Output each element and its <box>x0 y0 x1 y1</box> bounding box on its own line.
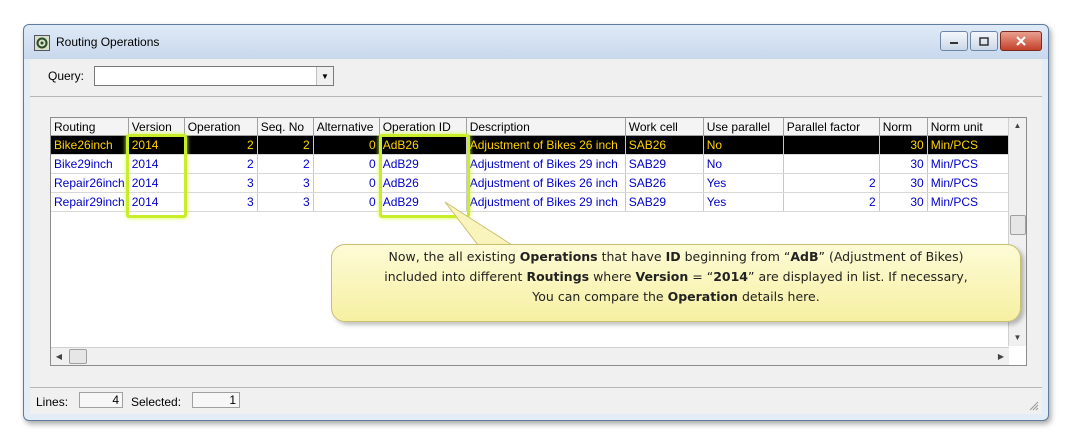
table-cell: 30 <box>879 154 928 174</box>
version-column-highlight <box>126 134 187 218</box>
column-header[interactable]: Norm <box>879 118 928 136</box>
scroll-up-icon[interactable]: ▲ <box>1009 118 1026 134</box>
table-cell: SAB26 <box>625 173 704 193</box>
horizontal-scroll-thumb[interactable] <box>69 349 87 364</box>
table-cell: Yes <box>703 192 784 212</box>
gear-icon <box>34 35 50 51</box>
lines-label: Lines: <box>36 395 69 409</box>
maximize-icon <box>979 36 989 46</box>
scroll-right-icon[interactable]: ▶ <box>993 348 1009 365</box>
callout-line-2: included into different Routings where V… <box>384 269 968 284</box>
column-header[interactable]: Routing <box>51 118 129 136</box>
table-cell: Min/PCS <box>927 154 1010 174</box>
table-row[interactable]: Repair29inch 2014 3 3 0 AdB29 Adjustment… <box>51 192 1010 212</box>
table-row[interactable]: Repair26inch 2014 3 3 0 AdB26 Adjustment… <box>51 173 1010 193</box>
table-cell: Yes <box>703 173 784 193</box>
column-header[interactable]: Work cell <box>625 118 704 136</box>
table-cell: 3 <box>257 173 314 193</box>
table-cell: 2 <box>783 192 880 212</box>
table-cell: Bike29inch <box>51 154 129 174</box>
table-cell: SAB26 <box>625 135 704 155</box>
table-cell: Bike26inch <box>51 135 129 155</box>
table-cell: SAB29 <box>625 154 704 174</box>
column-header[interactable]: Version <box>128 118 185 136</box>
lines-count: 4 <box>79 392 123 408</box>
header-row: Routing Version Operation Seq. No Altern… <box>51 118 1010 136</box>
column-header[interactable]: Seq. No <box>257 118 314 136</box>
operations-grid[interactable]: Routing Version Operation Seq. No Altern… <box>50 117 1027 366</box>
horizontal-scrollbar[interactable]: ◀ ▶ <box>51 347 1009 365</box>
table-cell: 0 <box>313 173 380 193</box>
client-area: Query: ▼ Routing Version Operation Seq. <box>30 59 1042 414</box>
maximize-button[interactable] <box>970 31 998 51</box>
callout-line-1: Now, the all existing Operations that ha… <box>388 249 964 264</box>
table-cell: 3 <box>257 192 314 212</box>
table-cell: 30 <box>879 135 928 155</box>
table-cell: 2 <box>257 154 314 174</box>
chevron-down-icon[interactable]: ▼ <box>316 67 333 85</box>
column-header[interactable]: Use parallel <box>703 118 784 136</box>
table-row[interactable]: Bike29inch 2014 2 2 0 AdB29 Adjustment o… <box>51 154 1010 174</box>
table-cell: 3 <box>184 192 258 212</box>
column-header[interactable]: Norm unit <box>927 118 1010 136</box>
scroll-left-icon[interactable]: ◀ <box>51 348 67 365</box>
status-bar: Lines: 4 Selected: 1 <box>30 387 1042 414</box>
resize-grip-icon[interactable] <box>1029 401 1039 411</box>
window-title: Routing Operations <box>56 35 160 49</box>
table-cell: No <box>703 135 784 155</box>
close-button[interactable] <box>1000 31 1042 51</box>
table-cell: 2 <box>184 135 258 155</box>
title-bar: Routing Operations <box>24 25 1048 59</box>
column-header[interactable]: Parallel factor <box>783 118 880 136</box>
minimize-button[interactable] <box>940 31 968 51</box>
table-cell: 0 <box>313 154 380 174</box>
tooltip-callout: Now, the all existing Operations that ha… <box>331 244 1021 322</box>
table-cell: 2 <box>257 135 314 155</box>
query-label: Query: <box>48 69 85 83</box>
table-cell: 0 <box>313 135 380 155</box>
table-cell: No <box>703 154 784 174</box>
table-cell: Repair26inch <box>51 173 129 193</box>
routing-operations-window: Routing Operations Query: ▼ Routing Vers… <box>23 24 1049 421</box>
table-cell: 30 <box>879 173 928 193</box>
table-cell: Min/PCS <box>927 192 1010 212</box>
table-cell: SAB29 <box>625 192 704 212</box>
column-header[interactable]: Description <box>466 118 626 136</box>
callout-line-3: You can compare the Operation details he… <box>532 289 820 304</box>
table-cell: 30 <box>879 192 928 212</box>
table-cell: Min/PCS <box>927 135 1010 155</box>
table-cell: Adjustment of Bikes 26 inch <box>466 135 626 155</box>
close-icon <box>1016 36 1026 46</box>
column-header[interactable]: Operation ID <box>379 118 467 136</box>
minimize-icon <box>950 42 958 44</box>
table-cell <box>783 135 880 155</box>
table-cell <box>783 154 880 174</box>
table-cell: Min/PCS <box>927 173 1010 193</box>
query-dropdown[interactable]: ▼ <box>94 66 334 86</box>
table-cell: 3 <box>184 173 258 193</box>
column-header[interactable]: Operation <box>184 118 258 136</box>
table-cell: 2 <box>783 173 880 193</box>
table-cell: Repair29inch <box>51 192 129 212</box>
selected-count: 1 <box>192 392 240 408</box>
selected-label: Selected: <box>131 395 182 409</box>
table-cell: Adjustment of Bikes 29 inch <box>466 154 626 174</box>
divider <box>30 96 1042 97</box>
table-cell: 0 <box>313 192 380 212</box>
table-cell: Adjustment of Bikes 26 inch <box>466 173 626 193</box>
operations-table: Routing Version Operation Seq. No Altern… <box>51 118 1010 212</box>
column-header[interactable]: Alternative <box>313 118 380 136</box>
vertical-scroll-thumb[interactable] <box>1010 215 1026 235</box>
table-cell: 2 <box>184 154 258 174</box>
scroll-down-icon[interactable]: ▼ <box>1009 330 1026 346</box>
table-row[interactable]: Bike26inch 2014 2 2 0 AdB26 Adjustment o… <box>51 135 1010 155</box>
